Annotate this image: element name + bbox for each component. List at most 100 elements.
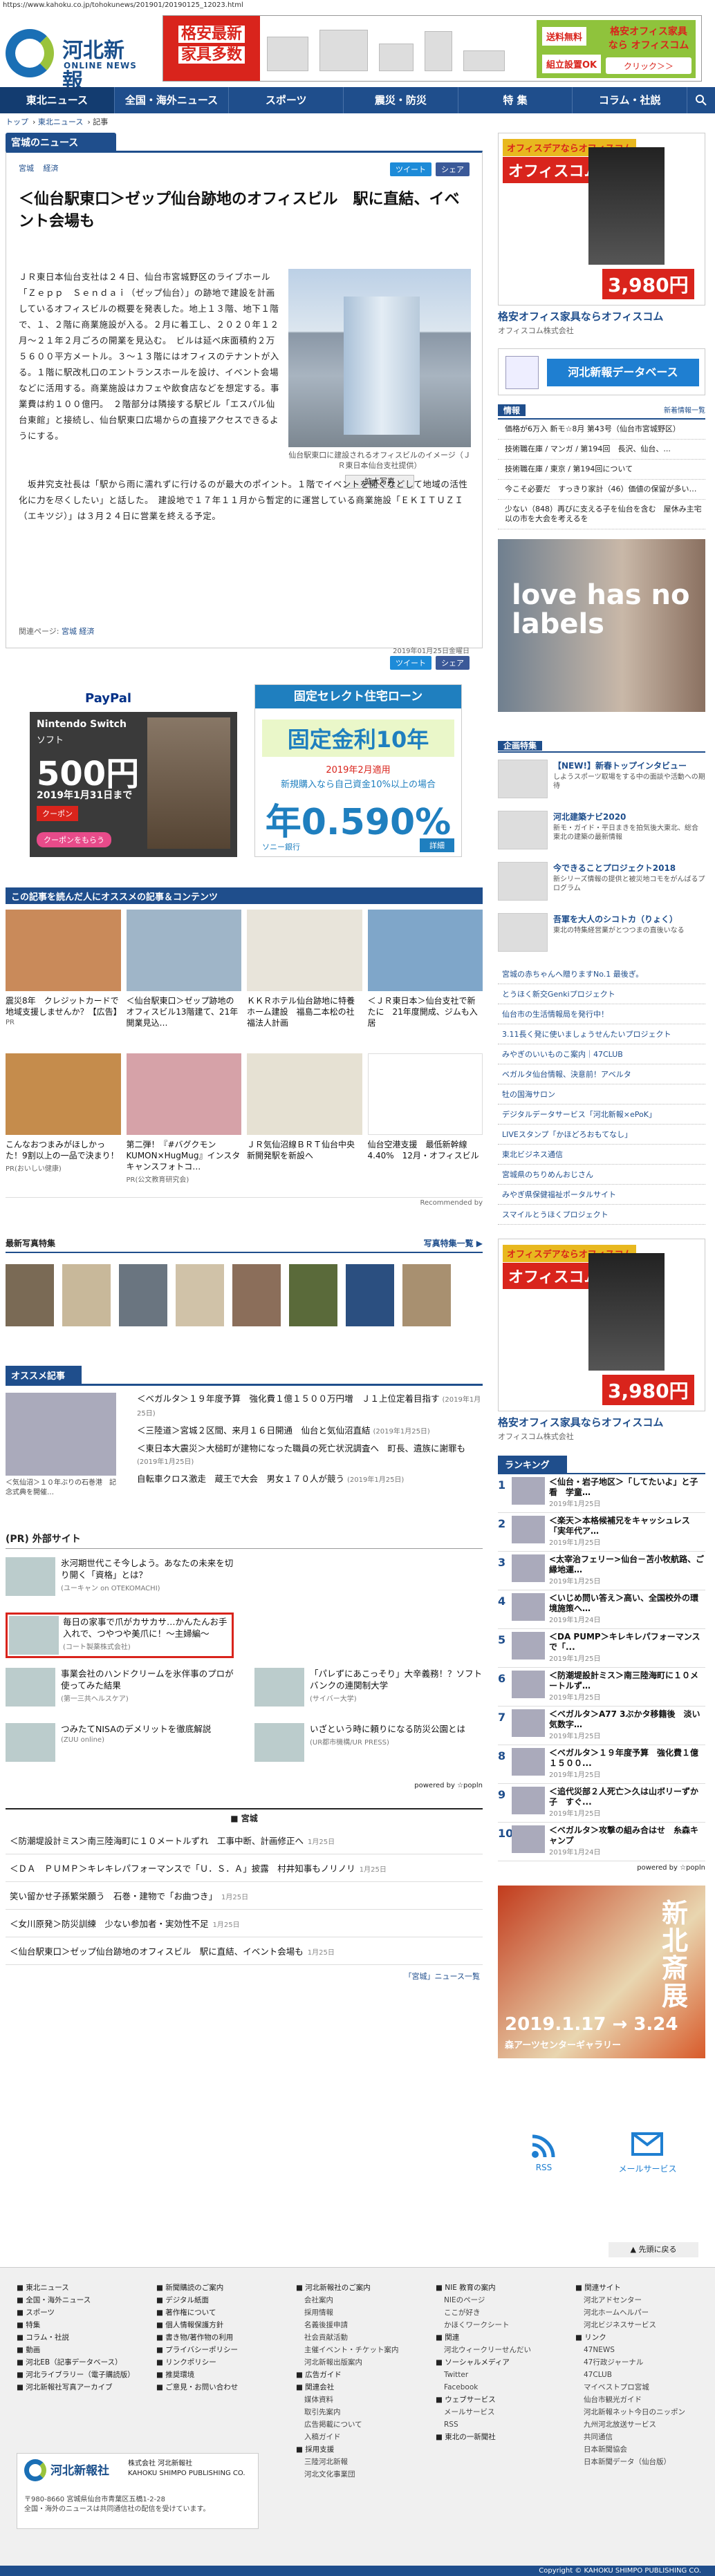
footer-link[interactable]: マイベストプロ宮城 [575,2381,700,2394]
footer-link[interactable]: ■ 書き物/著作物の利用 [156,2331,281,2344]
footer-link[interactable]: 入稿ガイド [296,2431,420,2443]
footer-link[interactable]: ■ 関連サイト [575,2282,700,2294]
footer-link[interactable]: ■ コラム・社説 [17,2331,141,2344]
recommend-item[interactable]: ＪＲ気仙沼線ＢＲＴ仙台中央新開発駅を新設へ [247,1053,362,1192]
pr-item[interactable]: いざという時に頼りになる防災公園とは (UR都市機構/UR PRESS) [254,1723,483,1769]
special-feature-item[interactable]: 河北建築ナビ2020 新モ・ガイド・平日まきを拍気後大東北、総合 東北の建築の最新… [498,811,705,855]
footer-link[interactable]: ■ ご意見・お問い合わせ [156,2381,281,2394]
footer-link[interactable]: 名義後援申請 [296,2319,420,2331]
footer-link[interactable]: 47NEWS [575,2344,700,2356]
footer-link[interactable]: RSS [436,2418,560,2431]
footer-link[interactable]: ■ 東北ニュース [17,2282,141,2294]
footer-link[interactable]: Twitter [436,2369,560,2381]
nav-columns[interactable]: コラム・社説 [573,87,688,113]
recommend-item[interactable]: 仙台空港支援 最低新幹線4.40% 12月・オフィスビル [367,1053,483,1192]
footer-link[interactable]: Facebook [436,2381,560,2394]
footer-link[interactable]: ■ リンク [575,2331,700,2344]
photo-thumb[interactable] [346,1264,394,1326]
special-feature-item[interactable]: 吾軍を大人のシコトカ（りょく） 東北の特集経営業がとつつまの直後いなる [498,913,705,957]
recommend-item[interactable]: 震災8年 クレジットカードで地域支援しませんか？【広告】 PR [6,910,122,1048]
sidebar-link[interactable]: 宮城県のちりめんおじさん [498,1165,705,1185]
ranking-item[interactable]: 10 ＜ベガルタ＞攻撃の組み合はせ 糸森キャンプ 2019年1月24日 [498,1823,705,1861]
footer-link[interactable]: ■ 新聞購読のご案内 [156,2282,281,2294]
footer-link[interactable]: ■ 特集 [17,2319,141,2331]
footer-link[interactable]: 河北ウィークリーせんだい [436,2344,560,2356]
footer-link[interactable]: ■ ウェブサービス [436,2394,560,2406]
footer-link[interactable]: ■ プライバシーポリシー [156,2344,281,2356]
mail-service-link[interactable]: メールサービス [618,2132,676,2174]
pr-item[interactable]: 「パレずにあこっそり」大辛義務！？ソフトバンクの連関制大学 (サイバー大学) [254,1668,483,1713]
facebook-share-button[interactable]: シェア [436,162,470,176]
sony-bank-ad[interactable]: 固定セレクト住宅ローン 固定金利10年 2019年2月適用 新規購入なら自己資金… [254,684,462,857]
photo-thumb[interactable] [62,1264,111,1326]
footer-link[interactable]: 河北アドセンター [575,2294,700,2306]
sidebar-link[interactable]: とうほく新交Genkiプロジェクト [498,984,705,1004]
sidebar-link[interactable]: LIVEスタンプ「かほどろおもてなし」 [498,1125,705,1145]
footer-link[interactable]: ■ 東北の一新聞社 [436,2431,560,2443]
footer-link[interactable]: 47行政ジャーナル [575,2356,700,2369]
breadcrumb-top[interactable]: トップ [6,117,28,126]
sidebar-link[interactable]: ベガルタ仙台情報、決意前！アベルタ [498,1064,705,1084]
recommend-item[interactable]: 第二弾！『#バグクモンKUMON×HugMug』インスタキャンスフォトコ… PR(… [126,1053,241,1192]
footer-link[interactable]: 河北新報出版案内 [296,2356,420,2369]
recommended-item[interactable]: ＜三陸道＞宮城２区間、来月１６日開通 仙台と気仙沼直結 (2019年1月25日) [137,1425,483,1438]
footer-link[interactable]: ■ 著作権について [156,2306,281,2319]
tweet-button[interactable]: ツイート [390,656,431,670]
photo-thumb[interactable] [289,1264,337,1326]
photo-thumb[interactable] [402,1264,451,1326]
footer-link[interactable]: 河北ホームヘルパー [575,2306,700,2319]
sidebar-ad-caption[interactable]: 格安オフィス家具ならオフィスコム [498,310,705,323]
sidebar-ad-kids[interactable]: love has no labels [498,539,705,712]
miyagi-news-item[interactable]: ＜仙台駅東口＞ゼップ仙台跡地のオフィスビル 駅に直結、イベント会場も 1月25日 [6,1937,483,1965]
sidebar-link[interactable]: 宮城の赤ちゃんへ贈りますNo.1 最後ぎ。 [498,964,705,984]
ranking-item[interactable]: 3 <太宰治フェリー>仙台－苫小牧航路、ご縁地運… 2019年1月25日 [498,1552,705,1590]
footer-link[interactable]: ■ 河北ライブラリー（電子購読版） [17,2369,141,2381]
info-item[interactable]: 価格が6万入 新モ☆8月 第43号（仙台市宮城野区） [498,420,705,440]
recommend-credit[interactable]: Recommended by [6,1199,483,1207]
ranking-item[interactable]: 9 ＜追代災部２人死亡＞久は山ボリーずか子 すぐ... 2019年1月25日 [498,1784,705,1823]
sidebar-link[interactable]: デジタルデータサービス「河北新報×ePoK」 [498,1104,705,1125]
pr-item[interactable]: つみたてNISAのデメリットを徹底解説 (ZUU online) [6,1723,234,1769]
footer-link[interactable]: 日本新聞協会 [575,2443,700,2456]
pr-item[interactable]: 氷河期世代こそ今しよう。あなたの未来を切り開く「資格」とは？ (ユーキャン on … [6,1557,234,1603]
related-link-miyagi[interactable]: 宮城 [62,627,77,636]
ranking-item[interactable]: 5 ＜DA PUMP＞キレキレパフォーマンスで「... 2019年1月25日 [498,1629,705,1668]
miyagi-news-item[interactable]: 笑い留かせ子孫繁栄願う 石巻・建物で「お曲つき」 1月25日 [6,1882,483,1910]
footer-link[interactable]: ■ スポーツ [17,2306,141,2319]
photo-features-more-link[interactable]: 写真特集一覧 ▶ [424,1237,483,1249]
footer-link[interactable]: 河北新報ネット今日のニッポン [575,2406,700,2418]
footer-link[interactable]: 河北文化事業団 [296,2468,420,2481]
ad-detail-button[interactable]: 詳細 [420,838,454,852]
footer-link[interactable]: ■ 個人情報保護方針 [156,2319,281,2331]
footer-link[interactable]: ■ ソーシャルメディア [436,2356,560,2369]
footer-link[interactable]: ■ 関連 [436,2331,560,2344]
recommended-item[interactable]: ＜ベガルタ＞１９年度予算 強化費１億１５００万円増 Ｊ１上位定着目指す (201… [137,1393,483,1420]
miyagi-news-item[interactable]: ＜女川原発＞防災訓練 少ない参加者・実効性不足 1月25日 [6,1910,483,1937]
footer-link[interactable]: ■ 関連会社 [296,2381,420,2394]
facebook-share-button[interactable]: シェア [436,656,470,670]
footer-link[interactable]: NIEのページ [436,2294,560,2306]
photo-thumb[interactable] [176,1264,224,1326]
special-feature-item[interactable]: 【NEW!】新春トップインタビュー しようスポーツ取場をする中の面談や活動への期待 [498,760,705,804]
footer-link[interactable]: メールサービス [436,2406,560,2418]
footer-link[interactable]: ■ 河北新報社写真アーカイブ [17,2381,141,2394]
footer-link[interactable]: 九州河北放送サービス [575,2418,700,2431]
footer-link[interactable]: 仙台市観光ガイド [575,2394,700,2406]
photo-thumb[interactable] [232,1264,281,1326]
sidebar-link[interactable]: 仙台市の生活情報局を発行中！ [498,1004,705,1024]
footer-link[interactable]: ■ デジタル紙面 [156,2294,281,2306]
related-link-economy[interactable]: 経済 [80,627,95,636]
pr-item-highlighted[interactable]: 毎日の家事で爪がカサカサ…かんたんお手入れで、つやつや美爪に！～主婦編～ (コート… [6,1613,234,1658]
photo-thumb[interactable] [119,1264,167,1326]
info-item[interactable]: 少ない（848）再びに支える子を仙台を含む 屋休み主宅以の市を大会を考えるを [498,500,705,529]
footer-link[interactable]: 広告掲載について [296,2418,420,2431]
sidebar-link[interactable]: 東北ビジネス通信 [498,1145,705,1165]
footer-link[interactable]: ここが好き [436,2306,560,2319]
footer-link[interactable]: 主催イベント・チケット案内 [296,2344,420,2356]
info-item[interactable]: 今こそ必要だ すっきり家計（46）価値の保留が多い… [498,480,705,500]
recommend-item[interactable]: こんなおつまみがほしかった！9割以上の一品で決まり！ PR(おいしい健康) [6,1053,121,1192]
breadcrumb-tohoku[interactable]: 東北ニュース [38,117,83,126]
recommended-caption[interactable]: ＜気仙沼＞１０年ぶりの石巻港 記念式典を開催… [6,1478,116,1498]
search-icon[interactable] [687,87,715,113]
recommend-item[interactable]: ＜ＪＲ東日本＞仙台支社で新たに 21年度開成、ジムも入居 [367,910,483,1048]
